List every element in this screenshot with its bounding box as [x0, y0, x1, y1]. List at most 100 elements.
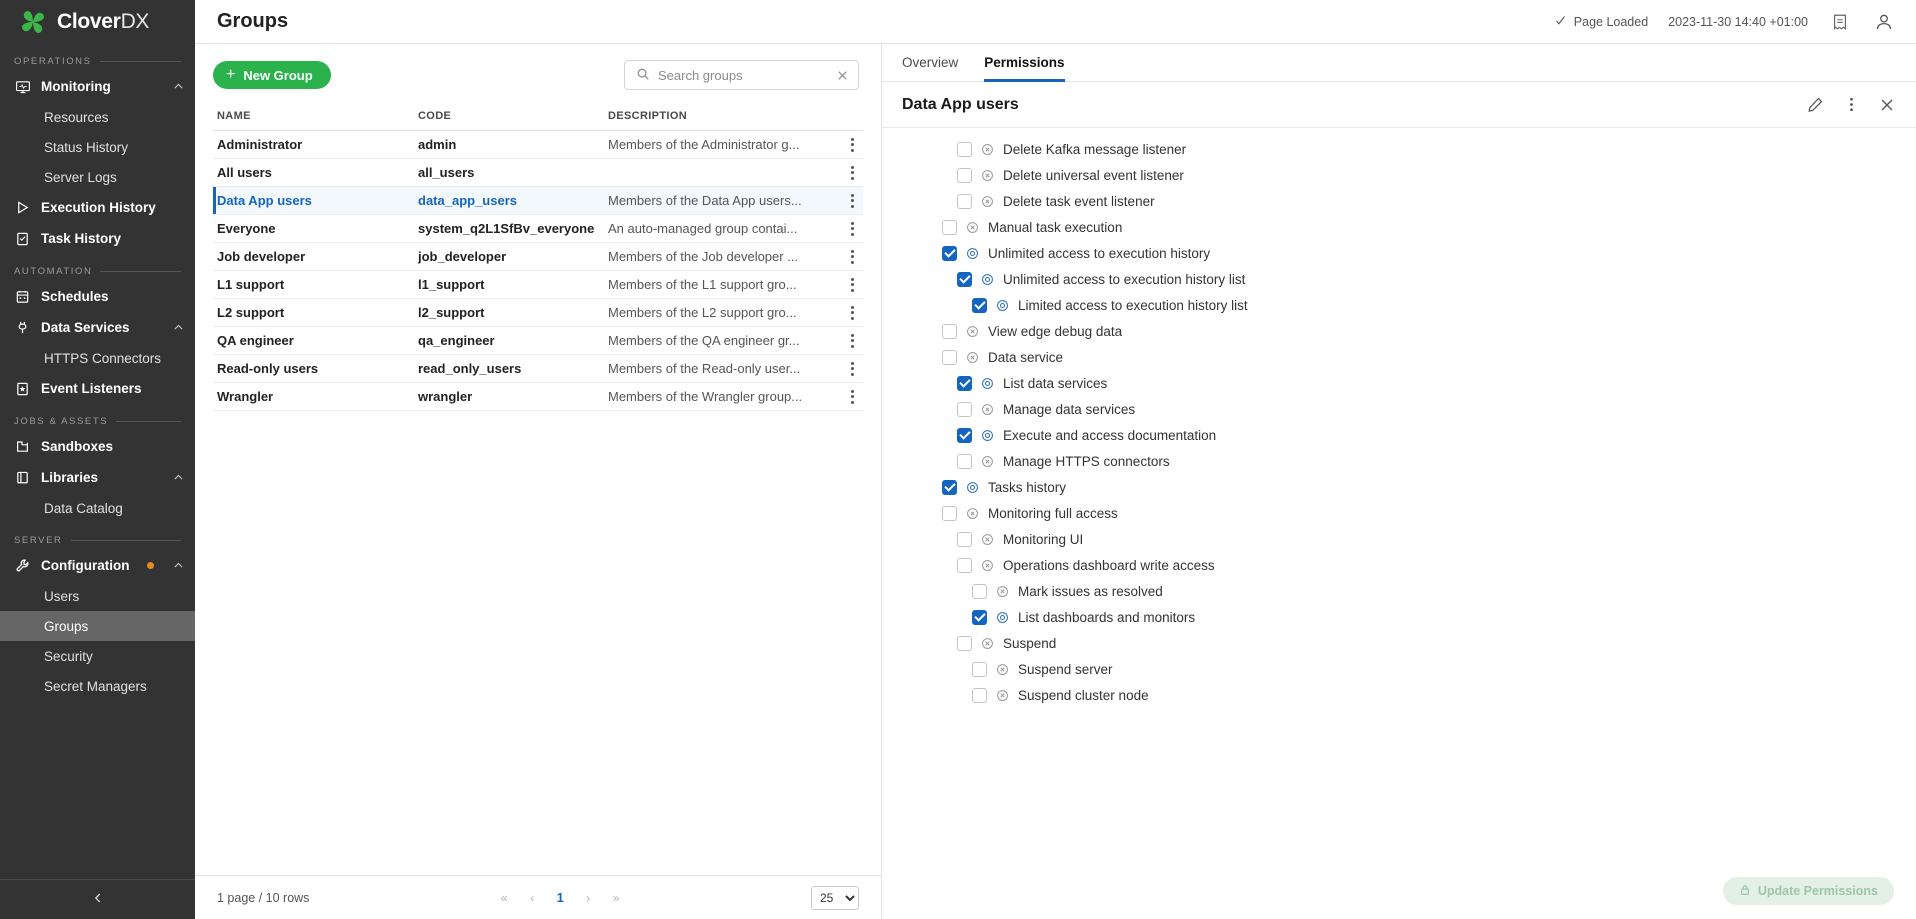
- permission-checkbox[interactable]: [957, 142, 972, 157]
- permission-checkbox[interactable]: [957, 168, 972, 183]
- permission-checkbox[interactable]: [957, 376, 972, 391]
- sidebar-item-data-services[interactable]: Data Services: [0, 312, 195, 343]
- permission-row[interactable]: Monitoring full access: [882, 500, 1916, 526]
- sidebar-collapse-button[interactable]: [0, 879, 195, 919]
- permission-row[interactable]: Delete universal event listener: [882, 162, 1916, 188]
- permission-row[interactable]: Limited access to execution history list: [882, 292, 1916, 318]
- table-row[interactable]: WranglerwranglerMembers of the Wrangler …: [213, 383, 863, 411]
- sidebar-item-resources[interactable]: Resources: [0, 102, 195, 132]
- permission-checkbox[interactable]: [957, 636, 972, 651]
- row-menu-icon[interactable]: [833, 138, 863, 152]
- first-page-button[interactable]: «: [493, 887, 515, 909]
- sidebar-item-execution-history[interactable]: Execution History: [0, 192, 195, 223]
- prev-page-button[interactable]: ‹: [521, 887, 543, 909]
- permission-row[interactable]: List dashboards and monitors: [882, 604, 1916, 630]
- permission-row[interactable]: Manage HTTPS connectors: [882, 448, 1916, 474]
- permission-checkbox[interactable]: [942, 220, 957, 235]
- last-page-button[interactable]: »: [605, 887, 627, 909]
- row-menu-icon[interactable]: [833, 194, 863, 208]
- column-header-name[interactable]: NAME: [213, 106, 418, 131]
- permission-checkbox[interactable]: [942, 506, 957, 521]
- sidebar-item-server-logs[interactable]: Server Logs: [0, 162, 195, 192]
- permission-row[interactable]: Unlimited access to execution history: [882, 240, 1916, 266]
- permission-checkbox[interactable]: [972, 298, 987, 313]
- tab-overview[interactable]: Overview: [902, 55, 958, 82]
- sidebar-item-libraries[interactable]: Libraries: [0, 462, 195, 493]
- permission-checkbox[interactable]: [972, 610, 987, 625]
- permission-checkbox[interactable]: [957, 428, 972, 443]
- permission-row[interactable]: Suspend cluster node: [882, 682, 1916, 708]
- app-logo[interactable]: CloverDX: [0, 0, 195, 44]
- permission-row[interactable]: Mark issues as resolved: [882, 578, 1916, 604]
- permission-row[interactable]: Manual task execution: [882, 214, 1916, 240]
- new-group-button[interactable]: + New Group: [213, 61, 331, 89]
- notes-icon[interactable]: [1828, 10, 1852, 34]
- permission-checkbox[interactable]: [942, 350, 957, 365]
- permission-row[interactable]: List data services: [882, 370, 1916, 396]
- permission-row[interactable]: Monitoring UI: [882, 526, 1916, 552]
- permission-checkbox[interactable]: [972, 688, 987, 703]
- sidebar-item-monitoring[interactable]: Monitoring: [0, 71, 195, 102]
- permission-checkbox[interactable]: [972, 584, 987, 599]
- permission-row[interactable]: Suspend: [882, 630, 1916, 656]
- permission-checkbox[interactable]: [957, 402, 972, 417]
- table-row[interactable]: Data App usersdata_app_usersMembers of t…: [213, 187, 863, 215]
- table-row[interactable]: Read-only usersread_only_usersMembers of…: [213, 355, 863, 383]
- permission-checkbox[interactable]: [957, 532, 972, 547]
- row-menu-icon[interactable]: [833, 250, 863, 264]
- permission-row[interactable]: Delete task event listener: [882, 188, 1916, 214]
- permission-row[interactable]: Execute and access documentation: [882, 422, 1916, 448]
- update-permissions-button[interactable]: Update Permissions: [1723, 877, 1894, 905]
- table-row[interactable]: QA engineerqa_engineerMembers of the QA …: [213, 327, 863, 355]
- permission-checkbox[interactable]: [957, 454, 972, 469]
- column-header-description[interactable]: DESCRIPTION: [608, 106, 833, 131]
- row-menu-icon[interactable]: [833, 390, 863, 404]
- sidebar-item-sandboxes[interactable]: Sandboxes: [0, 431, 195, 462]
- sidebar-item-data-catalog[interactable]: Data Catalog: [0, 493, 195, 523]
- column-header-code[interactable]: CODE: [418, 106, 608, 131]
- table-row[interactable]: Everyonesystem_q2L1SfBv_everyoneAn auto-…: [213, 215, 863, 243]
- page-number-1[interactable]: 1: [549, 887, 571, 909]
- table-row[interactable]: All usersall_users: [213, 159, 863, 187]
- permission-row[interactable]: View edge debug data: [882, 318, 1916, 344]
- permission-checkbox[interactable]: [942, 246, 957, 261]
- permission-checkbox[interactable]: [972, 662, 987, 677]
- permission-row[interactable]: Manage data services: [882, 396, 1916, 422]
- sidebar-item-secret-managers[interactable]: Secret Managers: [0, 671, 195, 701]
- permission-checkbox[interactable]: [942, 324, 957, 339]
- table-row[interactable]: AdministratoradminMembers of the Adminis…: [213, 131, 863, 159]
- permission-row[interactable]: Operations dashboard write access: [882, 552, 1916, 578]
- sidebar-item-https-connectors[interactable]: HTTPS Connectors: [0, 343, 195, 373]
- table-row[interactable]: L1 supportl1_supportMembers of the L1 su…: [213, 271, 863, 299]
- permissions-list[interactable]: Delete Kafka message listenerDelete univ…: [882, 128, 1916, 863]
- row-menu-icon[interactable]: [833, 306, 863, 320]
- permission-row[interactable]: Unlimited access to execution history li…: [882, 266, 1916, 292]
- permission-checkbox[interactable]: [957, 194, 972, 209]
- row-menu-icon[interactable]: [833, 222, 863, 236]
- sidebar-item-users[interactable]: Users: [0, 581, 195, 611]
- permission-checkbox[interactable]: [942, 480, 957, 495]
- more-options-icon[interactable]: [1840, 94, 1862, 116]
- table-row[interactable]: L2 supportl2_supportMembers of the L2 su…: [213, 299, 863, 327]
- sidebar-item-configuration[interactable]: Configuration: [0, 550, 195, 581]
- sidebar-item-security[interactable]: Security: [0, 641, 195, 671]
- row-menu-icon[interactable]: [833, 334, 863, 348]
- search-input[interactable]: [658, 68, 827, 83]
- row-menu-icon[interactable]: [833, 278, 863, 292]
- permission-row[interactable]: Data service: [882, 344, 1916, 370]
- permission-checkbox[interactable]: [957, 272, 972, 287]
- sidebar-item-schedules[interactable]: Schedules: [0, 281, 195, 312]
- search-groups-field[interactable]: [624, 60, 859, 90]
- edit-pencil-icon[interactable]: [1804, 94, 1826, 116]
- sidebar-item-event-listeners[interactable]: Event Listeners: [0, 373, 195, 404]
- user-account-icon[interactable]: [1872, 10, 1896, 34]
- sidebar-item-status-history[interactable]: Status History: [0, 132, 195, 162]
- close-panel-icon[interactable]: [1876, 94, 1898, 116]
- tab-permissions[interactable]: Permissions: [984, 55, 1064, 82]
- permission-row[interactable]: Delete Kafka message listener: [882, 136, 1916, 162]
- page-size-select[interactable]: 102550100: [811, 886, 859, 910]
- next-page-button[interactable]: ›: [577, 887, 599, 909]
- permission-row[interactable]: Suspend server: [882, 656, 1916, 682]
- sidebar-item-task-history[interactable]: Task History: [0, 223, 195, 254]
- sidebar-item-groups[interactable]: Groups: [0, 611, 195, 641]
